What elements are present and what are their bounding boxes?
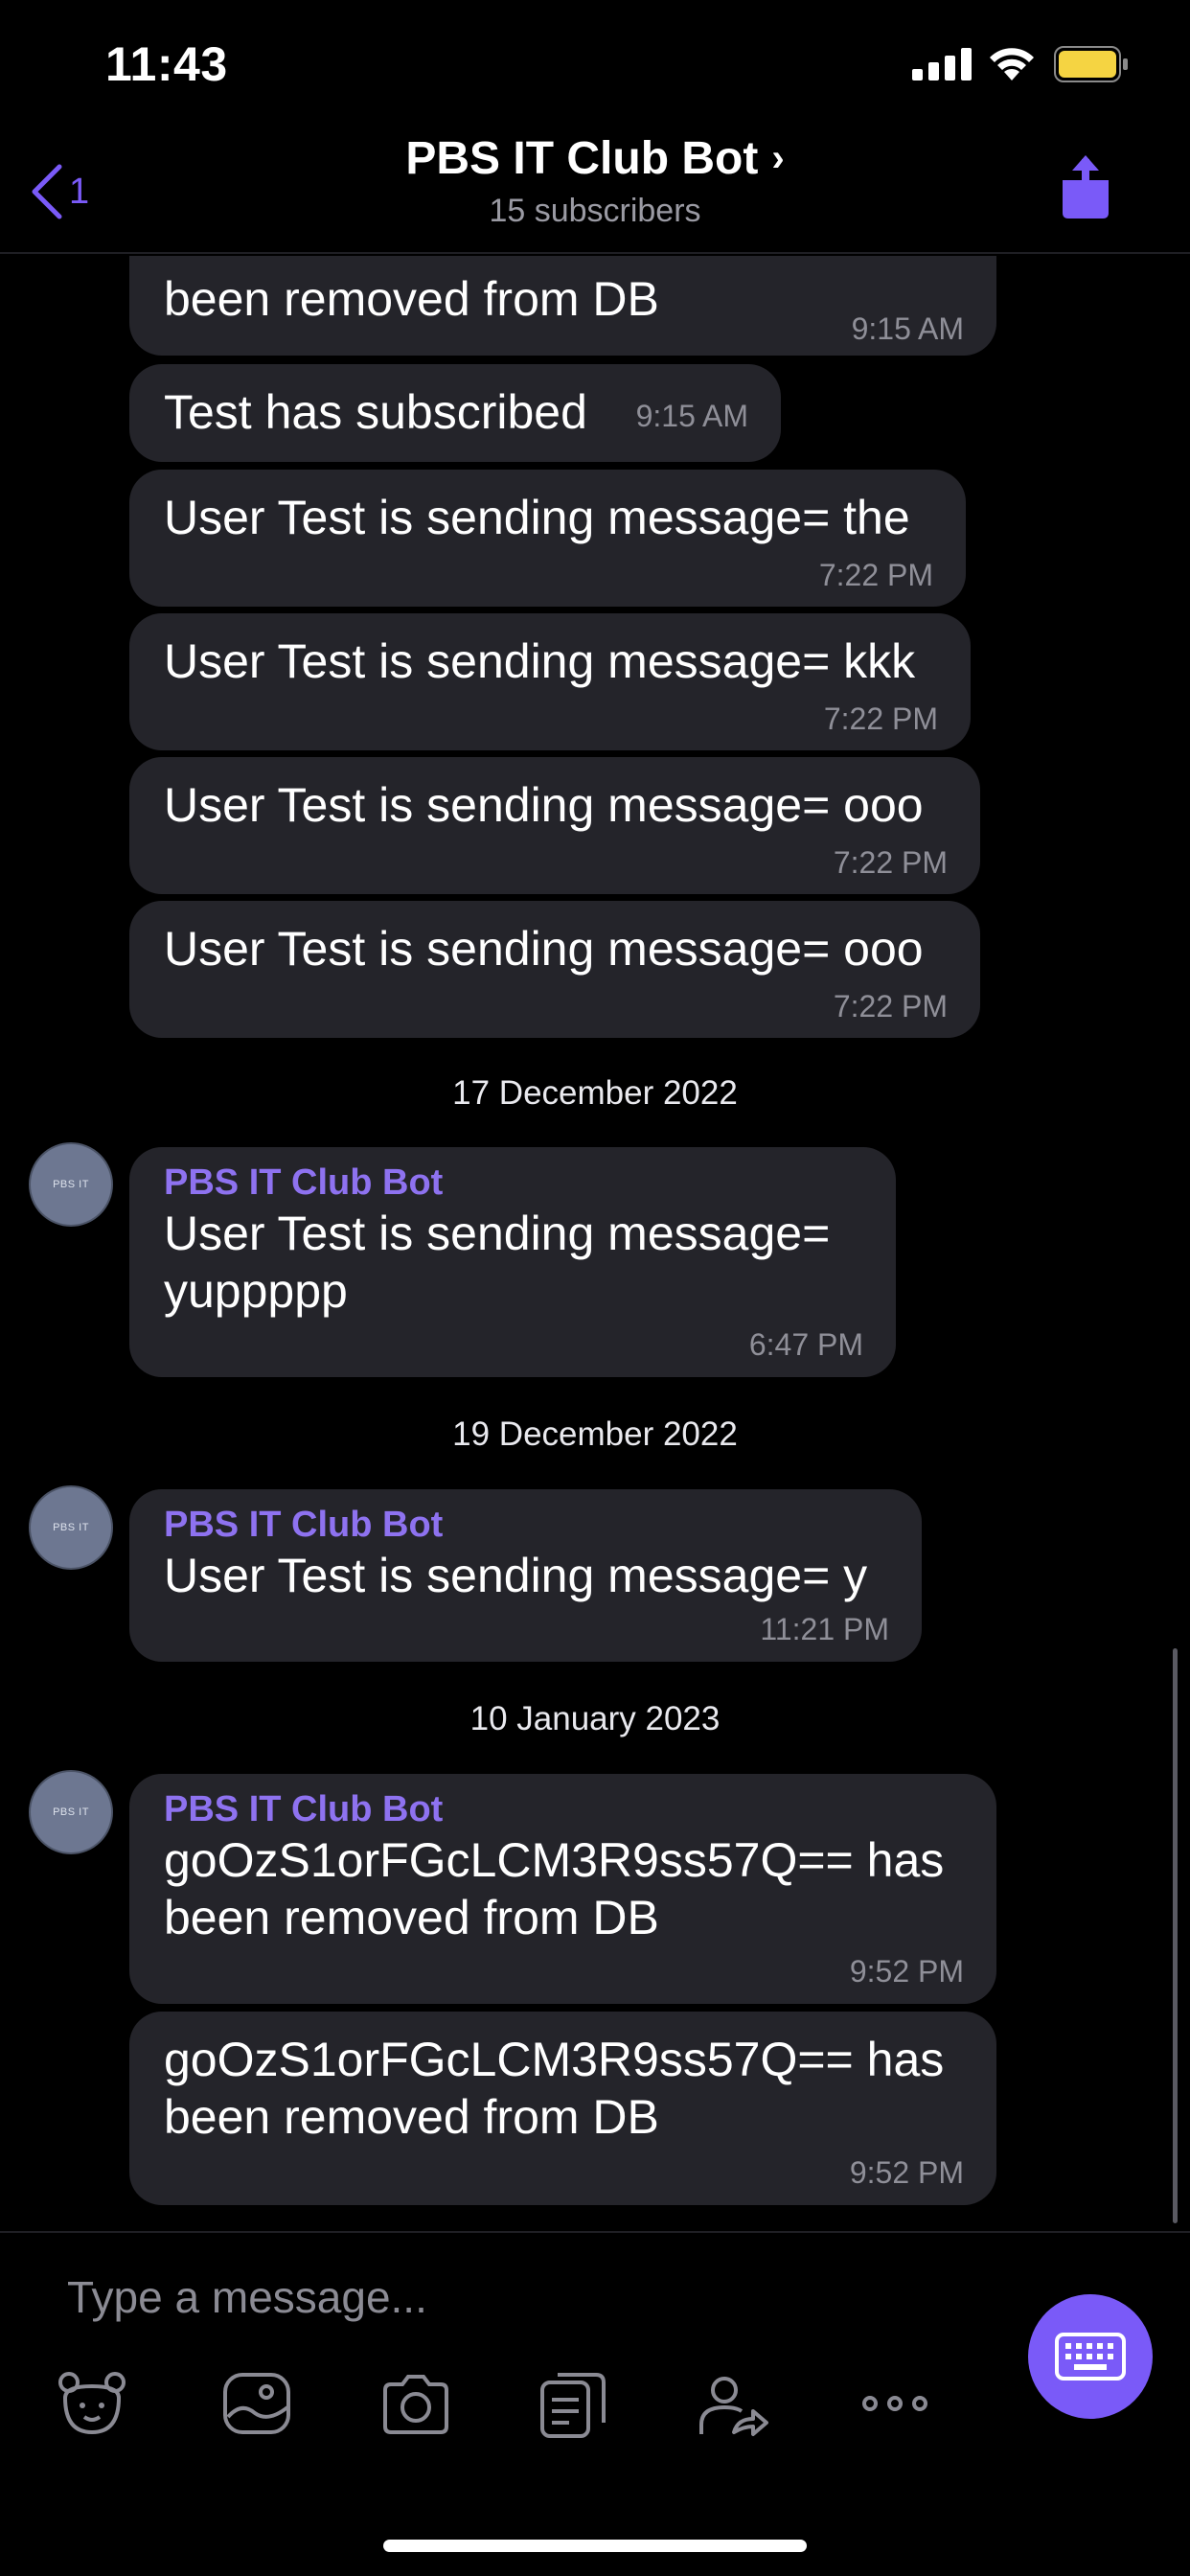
- message-time: 9:52 PM: [849, 2155, 964, 2190]
- cellular-signal-icon: [912, 48, 972, 80]
- message-bubble[interactable]: User Test is sending message= ooo 7:22 P…: [129, 757, 980, 894]
- message-bubble[interactable]: Test has subscribed 9:15 AM: [129, 364, 781, 462]
- gallery-icon[interactable]: [220, 2367, 293, 2440]
- message-bubble[interactable]: PBS IT Club Bot goOzS1orFGcLCM3R9ss57Q==…: [129, 1774, 996, 2004]
- message-time: 7:22 PM: [823, 702, 938, 736]
- message-sender: PBS IT Club Bot: [164, 1789, 444, 1829]
- contact-share-icon[interactable]: [696, 2367, 768, 2440]
- message-text-line: yuppppp: [164, 1264, 348, 1318]
- message-bubble[interactable]: User Test is sending message= ooo 7:22 P…: [129, 901, 980, 1038]
- scrollbar[interactable]: [1173, 1648, 1178, 2223]
- message-text: User Test is sending message= ooo: [164, 778, 924, 832]
- message-input[interactable]: Type a message...: [67, 2271, 427, 2323]
- date-separator: 19 December 2022: [452, 1415, 738, 1453]
- message-text: User Test is sending message= y: [164, 1549, 868, 1602]
- message-bubble[interactable]: goOzS1orFGcLCM3R9ss57Q== has been remove…: [129, 2012, 996, 2205]
- chat-title-area[interactable]: PBS IT Club Bot › 15 subscribers: [0, 132, 1190, 230]
- message-time: 9:15 AM: [635, 399, 748, 433]
- camera-icon[interactable]: [379, 2367, 452, 2440]
- bot-avatar[interactable]: PBS IT: [29, 1770, 113, 1854]
- message-text: User Test is sending message= kkk: [164, 634, 916, 688]
- subscriber-count: 15 subscribers: [489, 193, 701, 229]
- status-time: 11:43: [105, 37, 228, 91]
- message-time: 9:15 AM: [851, 311, 964, 346]
- avatar-label: PBS IT: [53, 1179, 89, 1190]
- chat-title: PBS IT Club Bot: [405, 133, 759, 184]
- message-list[interactable]: been removed from DB 9:15 AM Test has su…: [0, 256, 1190, 2230]
- files-icon[interactable]: [537, 2367, 609, 2440]
- share-icon[interactable]: [1059, 151, 1112, 220]
- message-text: Test has subscribed: [164, 385, 587, 439]
- wifi-icon: [990, 48, 1034, 80]
- message-time: 7:22 PM: [833, 989, 948, 1024]
- status-bar: 11:43: [0, 0, 1190, 125]
- message-text: User Test is sending message= ooo: [164, 922, 924, 976]
- keyboard-button[interactable]: [1028, 2294, 1153, 2419]
- chat-header: 1 PBS IT Club Bot › 15 subscribers: [0, 125, 1190, 254]
- home-indicator[interactable]: [383, 2540, 807, 2552]
- message-text-line: User Test is sending message=: [164, 1207, 831, 1260]
- message-bubble[interactable]: User Test is sending message= kkk 7:22 P…: [129, 613, 971, 750]
- message-text-line: been removed from DB: [164, 1891, 659, 1944]
- message-time: 6:47 PM: [748, 1327, 863, 1362]
- date-separator: 17 December 2022: [452, 1074, 738, 1112]
- message-text-line: been removed from DB: [164, 2090, 659, 2144]
- message-time: 7:22 PM: [818, 558, 933, 592]
- message-text: been removed from DB: [164, 272, 659, 326]
- message-bubble[interactable]: PBS IT Club Bot User Test is sending mes…: [129, 1489, 922, 1662]
- date-separator: 10 January 2023: [469, 1700, 721, 1737]
- message-bubble[interactable]: User Test is sending message= the 7:22 P…: [129, 470, 966, 607]
- chevron-right-icon: ›: [771, 137, 785, 179]
- message-sender: PBS IT Club Bot: [164, 1162, 444, 1203]
- message-text-line: goOzS1orFGcLCM3R9ss57Q== has: [164, 1833, 945, 1887]
- sticker-icon[interactable]: [56, 2367, 128, 2440]
- bot-avatar[interactable]: PBS IT: [29, 1142, 113, 1227]
- message-text-line: goOzS1orFGcLCM3R9ss57Q== has: [164, 2033, 945, 2086]
- avatar-label: PBS IT: [53, 1522, 89, 1533]
- bot-avatar[interactable]: PBS IT: [29, 1485, 113, 1570]
- keyboard-icon: [1055, 2333, 1126, 2380]
- battery-icon: [1054, 46, 1128, 82]
- message-bubble[interactable]: been removed from DB 9:15 AM: [129, 256, 996, 356]
- message-time: 7:22 PM: [833, 845, 948, 880]
- more-icon[interactable]: [858, 2367, 931, 2440]
- message-sender: PBS IT Club Bot: [164, 1505, 444, 1545]
- message-time: 11:21 PM: [760, 1612, 889, 1646]
- message-time: 9:52 PM: [849, 1954, 964, 1989]
- composer: Type a message...: [0, 2231, 1190, 2576]
- avatar-label: PBS IT: [53, 1806, 89, 1818]
- message-text: User Test is sending message= the: [164, 491, 910, 544]
- message-bubble[interactable]: PBS IT Club Bot User Test is sending mes…: [129, 1147, 896, 1377]
